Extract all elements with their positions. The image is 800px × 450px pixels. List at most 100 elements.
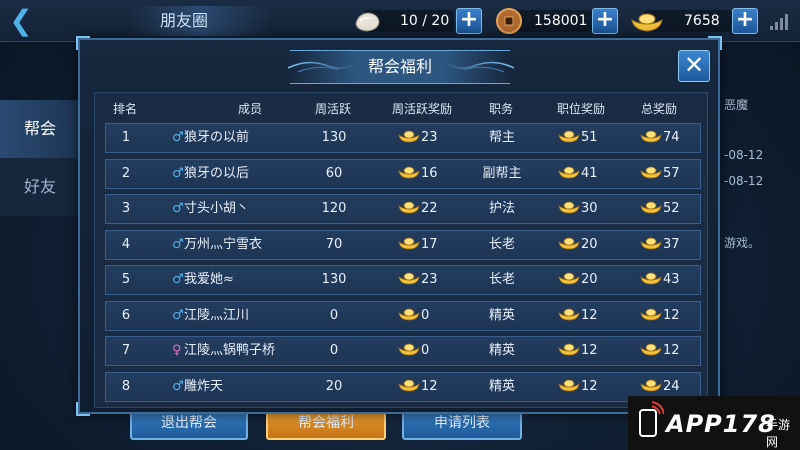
weekly-active-cell: 0 <box>329 343 339 358</box>
coin-value: 158001 <box>534 13 588 29</box>
coin-icon <box>496 8 522 34</box>
column-header: 周活跃奖励 <box>391 102 452 116</box>
member-cell: ♀ 江陵灬锅鸭子桥 <box>172 337 312 365</box>
total-reward-cell: 12 <box>640 337 700 365</box>
male-icon: ♂ <box>172 307 184 323</box>
background-date: -08-12 <box>724 148 764 162</box>
role-reward-cell: 30 <box>558 195 628 223</box>
gold-ingot-icon <box>640 343 662 356</box>
member-name: 狼牙の以前 <box>184 130 250 145</box>
gold-ingot-icon <box>558 272 580 285</box>
role-reward-cell: 20 <box>558 231 628 259</box>
male-icon: ♂ <box>172 236 184 252</box>
total-reward-value: 43 <box>663 272 680 287</box>
table-row[interactable]: 1 ♂狼牙の以前 130 23 帮主 51 74 <box>105 123 701 153</box>
role-reward-value: 41 <box>581 165 598 181</box>
total-reward-cell: 37 <box>640 231 700 259</box>
rank-cell: 8 <box>121 378 131 394</box>
add-coin-button[interactable]: + <box>592 8 618 34</box>
weekly-active-cell: 130 <box>321 272 347 287</box>
column-header: 职务 <box>488 102 513 116</box>
total-reward-value: 52 <box>663 201 680 216</box>
rank-cell: 2 <box>121 165 131 181</box>
stone-icon <box>355 12 380 32</box>
background-text: 恶魔 <box>724 98 749 112</box>
total-reward-value: 24 <box>663 378 680 394</box>
member-cell: ♂江陵灬江川 <box>172 302 312 330</box>
member-cell: ♂狼牙の以前 <box>172 124 312 152</box>
corner-ornament <box>708 36 722 50</box>
member-cell: ♂雕炸天 <box>172 373 312 401</box>
phone-logo-icon <box>639 401 664 437</box>
member-name: 我爱她≈ <box>184 272 234 287</box>
total-reward-cell: 12 <box>640 302 700 330</box>
gold-ingot-icon <box>558 237 580 249</box>
weekly-active-cell: 20 <box>325 378 343 394</box>
column-header: 成员 <box>237 102 262 116</box>
role-reward-cell: 20 <box>558 266 628 294</box>
gold-ingot-icon <box>640 272 662 285</box>
male-icon: ♂ <box>172 272 184 287</box>
member-name: 江陵灬江川 <box>184 307 250 323</box>
gold-ingot-icon <box>558 201 580 214</box>
coin-resource: 158001 + <box>494 8 620 34</box>
active-reward-cell: 16 <box>398 160 478 188</box>
game-screen: ❮ 朋友圈 10 / 20 + 158001 + 7658 + 帮会 好友 恶魔… <box>0 0 800 450</box>
role-reward-value: 12 <box>581 343 598 358</box>
gold-ingot-icon <box>631 13 663 32</box>
role-cell: 护法 <box>488 201 515 216</box>
table-row[interactable]: 6 ♂江陵灬江川 0 0 精英 12 12 <box>105 300 701 331</box>
gold-resource: 7658 + <box>630 8 760 34</box>
gold-ingot-icon <box>558 343 580 356</box>
table-row[interactable]: 4 ♂万州灬宁雪衣 70 17 长老 20 37 <box>105 229 701 260</box>
gold-ingot-icon <box>558 130 580 143</box>
active-reward-cell: 12 <box>398 373 478 401</box>
top-bar: ❮ 朋友圈 10 / 20 + 158001 + 7658 + <box>0 0 800 42</box>
gold-ingot-icon <box>640 166 662 178</box>
page-title: 朋友圈 <box>130 6 270 36</box>
total-reward-cell: 43 <box>640 266 700 294</box>
background-date: -08-12 <box>724 174 764 188</box>
back-arrow-icon[interactable]: ❮ <box>4 4 38 38</box>
stamina-resource: 10 / 20 + <box>352 8 482 34</box>
active-reward-value: 12 <box>421 378 438 394</box>
gold-ingot-icon <box>398 201 420 214</box>
tab-guild[interactable]: 帮会 <box>0 100 80 158</box>
member-name: 寸头小胡丶 <box>184 201 250 216</box>
role-reward-cell: 12 <box>558 373 628 401</box>
table-row[interactable]: 8 ♂雕炸天 20 12 精英 12 24 <box>105 371 701 402</box>
rank-cell: 7 <box>121 343 131 358</box>
active-reward-value: 0 <box>421 343 430 358</box>
table-row[interactable]: 2 ♂狼牙の以后 60 16 副帮主 41 57 <box>105 158 701 189</box>
add-gold-button[interactable]: + <box>732 8 758 34</box>
gold-ingot-icon <box>398 379 420 391</box>
total-reward-value: 74 <box>663 130 680 145</box>
active-reward-value: 23 <box>421 272 438 287</box>
role-reward-value: 20 <box>581 236 598 252</box>
total-reward-cell: 57 <box>640 160 700 188</box>
tab-friends[interactable]: 好友 <box>0 158 80 216</box>
total-reward-value: 37 <box>663 236 680 252</box>
total-reward-cell: 52 <box>640 195 700 223</box>
role-cell: 精英 <box>488 343 515 358</box>
table-row[interactable]: 5 ♂我爱她≈ 130 23 长老 20 43 <box>105 265 701 295</box>
role-cell: 长老 <box>488 236 515 252</box>
role-reward-value: 51 <box>581 130 598 145</box>
role-cell: 帮主 <box>488 130 515 145</box>
role-reward-cell: 12 <box>558 337 628 365</box>
male-icon: ♂ <box>172 130 184 145</box>
role-reward-value: 12 <box>581 378 598 394</box>
gold-ingot-icon <box>398 166 420 178</box>
active-reward-cell: 17 <box>398 231 478 259</box>
table-row[interactable]: 3 ♂寸头小胡丶 120 22 护法 30 52 <box>105 194 701 224</box>
active-reward-value: 0 <box>421 307 430 323</box>
member-name: 江陵灬锅鸭子桥 <box>184 343 276 358</box>
role-cell: 副帮主 <box>482 165 522 181</box>
column-header: 周活跃 <box>314 102 351 116</box>
close-icon[interactable]: ✕ <box>678 50 710 82</box>
rank-cell: 5 <box>121 272 131 287</box>
watermark-sub: 手游网 <box>766 418 791 449</box>
add-stamina-button[interactable]: + <box>456 8 482 34</box>
table-row[interactable]: 7 ♀ 江陵灬锅鸭子桥 0 0 精英 12 12 <box>105 336 701 366</box>
gold-ingot-icon <box>640 130 662 143</box>
